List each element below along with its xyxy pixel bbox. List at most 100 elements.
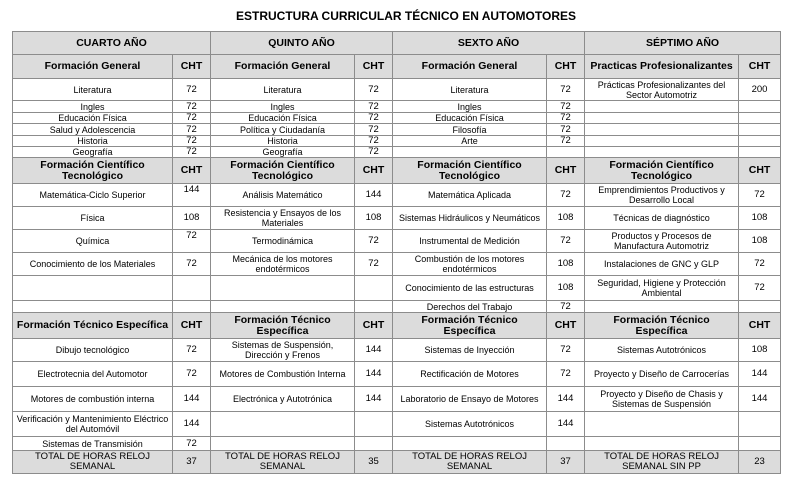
hours-cell — [738, 146, 782, 158]
hours-cell — [738, 135, 782, 147]
subject-cell: Sistemas Hidráulicos y Neumáticos — [392, 206, 548, 230]
table-row: Química 72 Termodinámica 72 Instrumental de … — [12, 229, 782, 253]
subject-cell: Salud y Adolescencia — [12, 123, 173, 136]
cht-header: CHT — [738, 312, 782, 339]
year-header: CUARTO AÑO — [12, 31, 211, 55]
hours-cell — [738, 436, 782, 451]
subject-cell: Educación Física — [12, 112, 173, 124]
subject-cell — [584, 436, 740, 451]
hours-cell: 144 — [172, 183, 211, 207]
subject-cell — [584, 100, 740, 113]
total-hours: 23 — [738, 450, 782, 474]
subject-cell: Instrumental de Medición — [392, 229, 548, 253]
subject-cell: Matemática Aplicada — [392, 183, 548, 207]
subject-cell — [584, 411, 740, 437]
subject-cell: Sistemas de Suspensión, Dirección y Fren… — [210, 338, 355, 362]
cht-header: CHT — [353, 157, 394, 184]
subject-cell: Literatura — [12, 78, 173, 101]
hours-cell: 72 — [546, 361, 586, 387]
subject-cell: Técnicas de diagnóstico — [584, 206, 740, 230]
cht-header: CHT — [546, 54, 586, 79]
table-row: Conocimiento de los Materiales 72 Mecánica… — [12, 252, 782, 276]
section-header: Formación Técnico Específica — [210, 312, 355, 339]
cht-header: CHT — [172, 54, 211, 79]
hours-cell: 144 — [353, 338, 394, 362]
subject-cell: Motores de Combustión Interna — [210, 361, 355, 387]
page-title: ESTRUCTURA CURRICULAR TÉCNICO EN AUTOMOT… — [235, 9, 576, 23]
section-header: Formación General — [210, 54, 355, 79]
subject-cell — [584, 135, 740, 147]
cht-header: CHT — [738, 54, 782, 79]
subject-cell: Conocimiento de las estructuras — [392, 275, 548, 301]
hours-cell — [353, 411, 394, 437]
hours-cell — [353, 436, 394, 451]
subject-cell — [584, 123, 740, 136]
table-row: Salud y Adolescencia 72 Política y Ciudada… — [12, 123, 782, 136]
subject-cell: Dibujo tecnológico — [12, 338, 173, 362]
subject-cell: Proyecto y Diseño de Chasis y Sistemas d… — [584, 386, 740, 412]
hours-cell: 72 — [353, 252, 394, 276]
subject-cell: Educación Física — [210, 112, 355, 124]
section-header: Formación Científico Tecnológico — [392, 157, 548, 184]
table-row: Conocimiento de las estructuras 108 Seguri… — [12, 275, 782, 301]
hours-cell: 72 — [353, 229, 394, 253]
subject-cell — [392, 436, 548, 451]
table-row: Geografía 72 Geografía 72 — [12, 146, 782, 158]
section-row-general: Formación General CHT Formación General CHT… — [12, 54, 782, 79]
subject-cell: Ingles — [12, 100, 173, 113]
hours-cell: 144 — [353, 386, 394, 412]
hours-cell: 108 — [546, 275, 586, 301]
table-row: Dibujo tecnológico 72 Sistemas de Suspensi… — [12, 338, 782, 362]
hours-cell: 72 — [738, 252, 782, 276]
hours-cell: 72 — [353, 135, 394, 147]
hours-cell: 72 — [546, 183, 586, 207]
subject-cell: Productos y Procesos de Manufactura Auto… — [584, 229, 740, 253]
section-row-technical: Formación Técnico Específica CHT Formación… — [12, 312, 782, 339]
subject-cell: Filosofía — [392, 123, 548, 136]
totals-row: TOTAL DE HORAS RELOJ SEMANAL 37 TOTAL DE H… — [12, 450, 782, 474]
hours-cell: 72 — [738, 275, 782, 301]
table-row: Literatura 72 Literatura 72 Literatura 72 Prác… — [12, 78, 782, 101]
total-hours: 35 — [353, 450, 394, 474]
hours-cell — [353, 300, 394, 313]
hours-cell: 72 — [738, 183, 782, 207]
table-row: Educación Física 72 Educación Física 72 Educ… — [12, 112, 782, 124]
table-row: Electrotecnia del Automotor 72 Motores de … — [12, 361, 782, 387]
subject-cell: Literatura — [210, 78, 355, 101]
hours-cell: 72 — [172, 112, 211, 124]
hours-cell — [738, 100, 782, 113]
section-row-scientific: Formación Científico Tecnológico CHT Forma… — [12, 157, 782, 184]
hours-cell — [546, 146, 586, 158]
subject-cell: Termodinámica — [210, 229, 355, 253]
section-header: Practicas Profesionalizantes — [584, 54, 740, 79]
hours-cell — [546, 436, 586, 451]
subject-cell: Sistemas Autotrónicos — [392, 411, 548, 437]
subject-cell: Arte — [392, 135, 548, 147]
total-label: TOTAL DE HORAS RELOJ SEMANAL — [392, 450, 548, 474]
subject-cell: Sistemas Autotrónicos — [584, 338, 740, 362]
hours-cell: 72 — [172, 135, 211, 147]
subject-cell: Historia — [12, 135, 173, 147]
subject-cell: Laboratorio de Ensayo de Motores — [392, 386, 548, 412]
subject-cell: Geografía — [210, 146, 355, 158]
hours-cell: 144 — [738, 361, 782, 387]
hours-cell: 144 — [353, 361, 394, 387]
table-row: Derechos del Trabajo 72 — [12, 300, 782, 313]
section-header: Formación Técnico Específica — [584, 312, 740, 339]
subject-cell: Prácticas Profesionalizantes del Sector … — [584, 78, 740, 101]
hours-cell: 144 — [172, 386, 211, 412]
hours-cell: 72 — [172, 123, 211, 136]
subject-cell: Rectificación de Motores — [392, 361, 548, 387]
cht-header: CHT — [353, 54, 394, 79]
section-header: Formación Científico Tecnológico — [584, 157, 740, 184]
subject-cell — [12, 275, 173, 301]
subject-cell — [584, 300, 740, 313]
subject-cell: Análisis Matemático — [210, 183, 355, 207]
total-label: TOTAL DE HORAS RELOJ SEMANAL SIN PP — [584, 450, 740, 474]
subject-cell — [210, 300, 355, 313]
subject-cell: Electrotecnia del Automotor — [12, 361, 173, 387]
table-row: Ingles 72 Ingles 72 Ingles 72 — [12, 100, 782, 113]
subject-cell: Sistemas de Inyección — [392, 338, 548, 362]
subject-cell — [584, 112, 740, 124]
hours-cell: 108 — [546, 206, 586, 230]
